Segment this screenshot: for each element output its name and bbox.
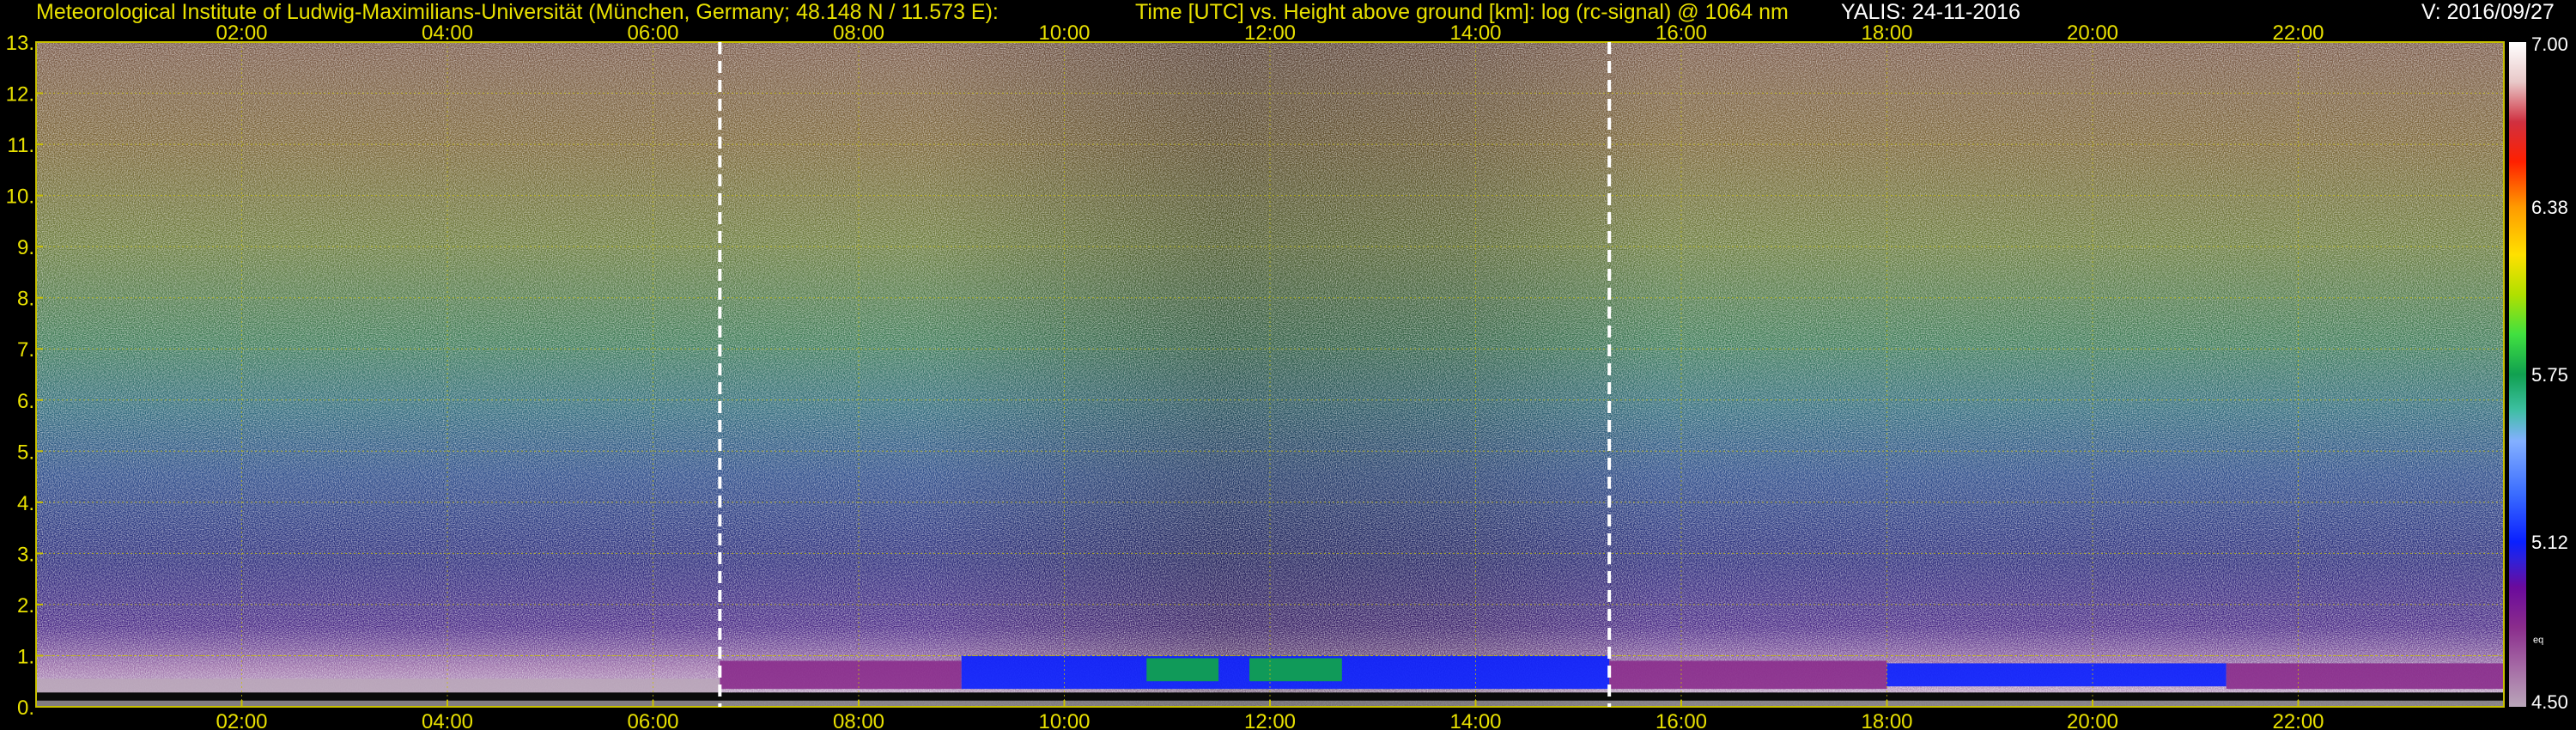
y-tick-label: 6. — [17, 390, 34, 413]
y-tick-label: 10. — [6, 186, 34, 209]
colorbar-tick-label: 4.50 — [2531, 691, 2568, 713]
x-tick-label-bottom: 18:00 — [1861, 710, 1912, 730]
aerosol-layer-segment — [2226, 663, 2504, 690]
x-tick-label-bottom: 12:00 — [1244, 710, 1296, 730]
x-tick-label-bottom: 06:00 — [627, 710, 678, 730]
x-tick-label-top: 02:00 — [216, 21, 267, 45]
y-tick-label: 7. — [17, 338, 34, 362]
x-tick-label-top: 16:00 — [1656, 21, 1707, 45]
aerosol-layer-segment — [1609, 660, 1887, 690]
x-tick-label-bottom: 22:00 — [2272, 710, 2324, 730]
x-tick-label-bottom: 08:00 — [833, 710, 884, 730]
aerosol-layer-segment — [720, 660, 962, 690]
colorbar-tick-label: 6.38 — [2531, 197, 2568, 218]
x-tick-label-bottom: 14:00 — [1449, 710, 1501, 730]
lidar-quicklook: Meteorological Institute of Ludwig-Maxim… — [0, 0, 2576, 730]
colorbar-tick-label: 5.75 — [2531, 364, 2568, 386]
y-tick-label: 12. — [6, 83, 34, 106]
colorbar-tick-label: 5.12 — [2531, 532, 2568, 553]
y-tick-label: 4. — [17, 492, 34, 515]
x-tick-label-bottom: 20:00 — [2067, 710, 2118, 730]
y-tick-label: 11. — [7, 134, 34, 157]
strong-return-patch — [1249, 658, 1342, 682]
colorbar-tick-label: 7.00 — [2531, 33, 2568, 55]
x-tick-label-top: 14:00 — [1449, 21, 1501, 45]
x-tick-label-bottom: 16:00 — [1656, 710, 1707, 730]
y-tick-label: 8. — [17, 288, 34, 311]
y-tick-label: 13. — [6, 32, 34, 55]
aerosol-layer-segment — [1886, 663, 2227, 687]
strong-return-patch — [1146, 658, 1219, 682]
x-tick-label-top: 06:00 — [627, 21, 678, 45]
y-tick-label: 3. — [17, 543, 34, 566]
colorbar-note: eq — [2533, 636, 2543, 646]
x-tick-label-top: 22:00 — [2272, 21, 2324, 45]
x-tick-label-top: 10:00 — [1038, 21, 1090, 45]
y-tick-label: 1. — [17, 645, 34, 668]
x-tick-label-top: 12:00 — [1244, 21, 1296, 45]
colorbar — [2509, 42, 2526, 707]
x-tick-label-bottom: 02:00 — [216, 710, 267, 730]
x-tick-label-bottom: 04:00 — [422, 710, 473, 730]
x-tick-label-top: 04:00 — [422, 21, 473, 45]
chart-svg: 0. 1. 2. 3. 4. 5. 6. 7. 8. 9. 10. 11. 12. 13. 02:00 02… — [6, 21, 2568, 730]
x-tick-label-top: 18:00 — [1861, 21, 1912, 45]
y-tick-label: 2. — [17, 594, 34, 617]
x-tick-label-bottom: 10:00 — [1038, 710, 1090, 730]
x-tick-label-top: 08:00 — [833, 21, 884, 45]
y-tick-label: 9. — [17, 236, 34, 259]
x-tick-label-top: 20:00 — [2067, 21, 2118, 45]
y-tick-label: 5. — [17, 441, 34, 464]
y-tick-label: 0. — [17, 697, 34, 720]
